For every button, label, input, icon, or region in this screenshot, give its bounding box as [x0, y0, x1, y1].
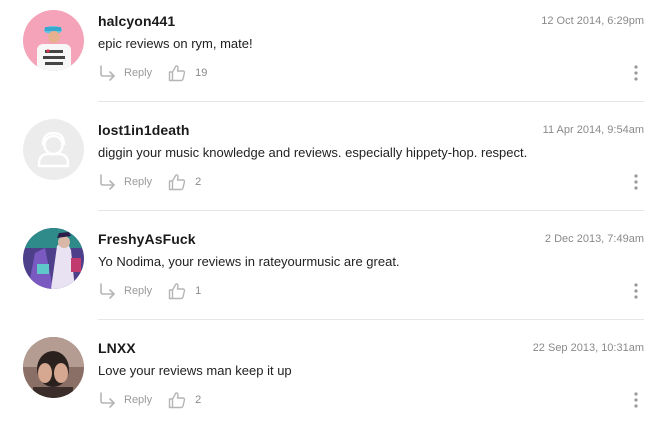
avatar-image [23, 228, 84, 289]
like-button[interactable]: 2 [168, 173, 201, 191]
comment-timestamp[interactable]: 2 Dec 2013, 7:49am [545, 233, 644, 245]
reply-label: Reply [124, 67, 153, 79]
comment-username[interactable]: FreshyAsFuck [98, 231, 196, 247]
comment-username[interactable]: halcyon441 [98, 13, 175, 29]
comment-text: epic reviews on rym, mate! [98, 36, 253, 51]
comment-item: FreshyAsFuck 2 Dec 2013, 7:49am Yo Nodim… [0, 218, 659, 327]
comment-item: lost1in1death 11 Apr 2014, 9:54am diggin… [0, 109, 659, 218]
like-button[interactable]: 1 [168, 282, 201, 300]
like-button[interactable]: 19 [168, 64, 207, 82]
comment-timestamp[interactable]: 11 Apr 2014, 9:54am [543, 124, 644, 136]
thumbs-up-icon [168, 174, 186, 191]
avatar-image [23, 337, 84, 398]
reply-button[interactable]: Reply [98, 173, 152, 191]
reply-button[interactable]: Reply [98, 391, 152, 409]
more-vertical-icon[interactable] [632, 282, 640, 300]
reply-button[interactable]: Reply [98, 64, 152, 82]
comment-text: Love your reviews man keep it up [98, 363, 292, 378]
comment-text: diggin your music knowledge and reviews.… [98, 145, 528, 160]
comment-actions: Reply 2 [98, 390, 201, 410]
reply-button[interactable]: Reply [98, 282, 152, 300]
comment-timestamp[interactable]: 12 Oct 2014, 6:29pm [541, 15, 644, 27]
like-count: 2 [195, 176, 202, 188]
reply-label: Reply [124, 394, 153, 406]
like-count: 1 [195, 285, 202, 297]
thumbs-up-icon [168, 392, 186, 409]
reply-arrow-icon [100, 283, 115, 299]
comment-actions: Reply 2 [98, 172, 201, 192]
comment-username[interactable]: LNXX [98, 340, 136, 356]
reply-label: Reply [124, 285, 153, 297]
default-user-icon [23, 119, 84, 180]
avatar[interactable] [23, 228, 84, 289]
more-vertical-icon[interactable] [632, 64, 640, 82]
comment-item: LNXX 22 Sep 2013, 10:31am Love your revi… [0, 327, 659, 423]
divider [98, 210, 644, 211]
more-vertical-icon[interactable] [632, 173, 640, 191]
comment-text: Yo Nodima, your reviews in rateyourmusic… [98, 254, 400, 269]
thumbs-up-icon [168, 283, 186, 300]
like-button[interactable]: 2 [168, 391, 201, 409]
divider [98, 319, 644, 320]
like-count: 19 [195, 67, 208, 79]
comment-actions: Reply 1 [98, 281, 201, 301]
avatar[interactable] [23, 119, 84, 180]
like-count: 2 [195, 394, 202, 406]
reply-label: Reply [124, 176, 153, 188]
comment-list: halcyon441 12 Oct 2014, 6:29pm epic revi… [0, 0, 659, 423]
avatar[interactable] [23, 10, 84, 71]
reply-arrow-icon [100, 392, 115, 408]
avatar-image [23, 10, 84, 71]
reply-arrow-icon [100, 174, 115, 190]
thumbs-up-icon [168, 65, 186, 82]
more-vertical-icon[interactable] [632, 391, 640, 409]
divider [98, 101, 644, 102]
avatar[interactable] [23, 337, 84, 398]
reply-arrow-icon [100, 65, 115, 81]
comment-username[interactable]: lost1in1death [98, 122, 190, 138]
comment-actions: Reply 19 [98, 63, 207, 83]
comment-item: halcyon441 12 Oct 2014, 6:29pm epic revi… [0, 0, 659, 109]
comment-timestamp[interactable]: 22 Sep 2013, 10:31am [533, 342, 644, 354]
